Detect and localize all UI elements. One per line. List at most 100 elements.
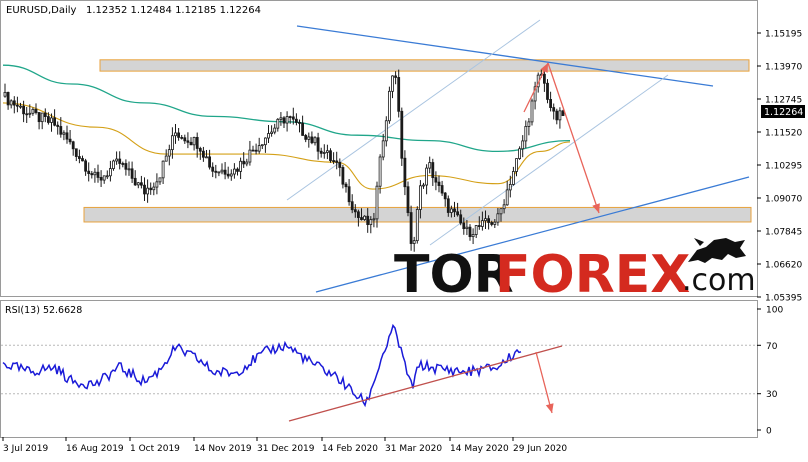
- candle-body: [319, 150, 323, 154]
- candle-body: [192, 136, 196, 146]
- candle-body: [28, 112, 32, 115]
- candle-body: [493, 221, 497, 225]
- time-tick-label: 31 Dec 2019: [257, 444, 315, 454]
- candle-body: [527, 121, 531, 127]
- candle-body: [201, 150, 205, 158]
- price-tick-label: 1.07845: [765, 228, 802, 238]
- candle-body: [109, 168, 112, 177]
- candle-body: [446, 198, 450, 213]
- candle-body: [561, 110, 565, 117]
- candle-body: [133, 177, 137, 186]
- candle-body: [332, 160, 336, 162]
- candle-body: [84, 160, 87, 172]
- price-tick-label: 1.10295: [765, 162, 802, 172]
- candle-body: [22, 105, 26, 115]
- candle-body: [394, 75, 398, 78]
- candle-body: [214, 170, 218, 173]
- time-tick-label: 3 Jul 2019: [3, 444, 48, 454]
- candle-body: [68, 138, 72, 143]
- candle-body: [78, 156, 81, 159]
- candle-body: [279, 117, 283, 120]
- candle-body: [242, 160, 246, 165]
- candle-body: [412, 240, 416, 244]
- candle-body: [47, 116, 50, 123]
- candle-body: [208, 156, 212, 168]
- candle-body: [152, 186, 156, 191]
- candle-body: [437, 181, 441, 186]
- candle-body: [512, 171, 515, 185]
- candle-body: [31, 108, 35, 114]
- candle-body: [449, 208, 453, 213]
- candle-body: [558, 110, 562, 121]
- candle-body: [484, 218, 487, 222]
- time-tick-label: 31 Mar 2020: [385, 444, 442, 454]
- candle-body: [301, 122, 305, 136]
- candle-body: [232, 168, 236, 175]
- price-tick-label: 1.15195: [765, 30, 802, 40]
- candle-body: [99, 177, 103, 181]
- candle-body: [263, 137, 267, 146]
- candle-body: [276, 118, 280, 129]
- candle-body: [226, 173, 230, 177]
- chart-window: 1.15195 1.13970 1.12745 1.11520 1.10295 1.090…: [0, 0, 808, 458]
- candle-body: [229, 173, 233, 177]
- candle-body: [391, 75, 394, 92]
- candle-body: [34, 108, 38, 113]
- candle-body: [456, 211, 460, 216]
- candle-body: [136, 182, 140, 186]
- candle-body: [530, 100, 534, 123]
- candle-body: [490, 222, 494, 225]
- candle-body: [146, 187, 150, 195]
- candle-body: [245, 161, 249, 165]
- candle-body: [71, 141, 75, 150]
- candle-body: [403, 157, 407, 188]
- candle-body: [3, 91, 7, 97]
- price-axis: 1.15195 1.13970 1.12745 1.11520 1.10295 1.090…: [757, 30, 802, 304]
- candle-body: [124, 163, 128, 170]
- candle-body: [115, 158, 118, 162]
- candle-body: [273, 127, 277, 133]
- candle-body: [251, 149, 255, 152]
- candle-body: [291, 116, 295, 120]
- candle-body: [502, 204, 506, 210]
- candle-body: [9, 100, 13, 106]
- candle-body: [102, 175, 106, 181]
- candle-body: [480, 220, 484, 227]
- candle-body: [220, 169, 224, 173]
- candle-body: [384, 120, 388, 142]
- resistance-zone: [99, 59, 750, 72]
- candle-body: [267, 133, 270, 139]
- candle-body: [121, 163, 125, 165]
- candle-body: [375, 185, 379, 220]
- candle-body: [471, 234, 475, 238]
- candle-body: [453, 208, 456, 213]
- candle-body: [307, 136, 311, 140]
- time-axis: 3 Jul 2019 16 Aug 2019 1 Oct 2019 14 Nov 20…: [2, 437, 567, 454]
- candle-body: [372, 218, 376, 221]
- candle-body: [397, 77, 401, 112]
- candle-body: [118, 158, 122, 164]
- candle-body: [6, 91, 10, 106]
- price-tick-label: 1.12745: [765, 96, 802, 106]
- candle-body: [205, 156, 208, 159]
- logo-dotcom: .com: [682, 263, 756, 298]
- candle-body: [459, 214, 463, 224]
- candle-body: [167, 149, 171, 157]
- candle-body: [260, 144, 264, 147]
- candle-body: [74, 148, 78, 157]
- candle-body: [223, 169, 227, 175]
- candle-body: [329, 150, 332, 161]
- price-tick-label: 1.09070: [765, 195, 802, 205]
- candle-body: [198, 148, 202, 152]
- candle-body: [369, 219, 373, 226]
- candle-body: [499, 208, 503, 215]
- candle-body: [164, 155, 168, 162]
- candle-body: [422, 184, 425, 187]
- chart-canvas: 1.15195 1.13970 1.12745 1.11520 1.10295 1.090…: [0, 0, 805, 454]
- candle-body: [195, 136, 199, 149]
- candle-body: [353, 209, 357, 213]
- candle-body: [161, 160, 165, 179]
- candle-body: [350, 201, 354, 211]
- candle-body: [347, 186, 351, 203]
- candle-body: [341, 167, 345, 185]
